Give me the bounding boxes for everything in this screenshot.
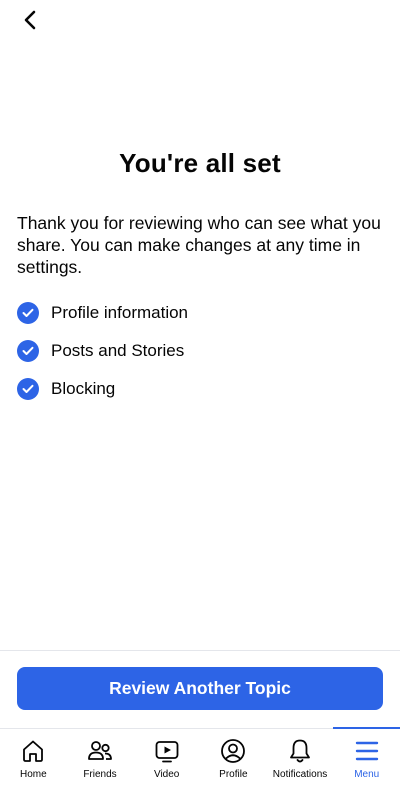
tab-label: Notifications xyxy=(272,769,328,780)
home-icon xyxy=(19,737,47,765)
menu-icon xyxy=(353,737,381,765)
check-circle-icon xyxy=(17,340,39,362)
friends-icon xyxy=(86,737,114,765)
tab-video[interactable]: Video xyxy=(133,729,200,788)
profile-icon xyxy=(219,737,247,765)
tab-label: Profile xyxy=(219,769,248,780)
footer-divider xyxy=(0,650,400,651)
bottom-tab-bar: Home Friends Video Profile Notifications… xyxy=(0,727,400,788)
tab-profile[interactable]: Profile xyxy=(200,729,267,788)
review-another-topic-button[interactable]: Review Another Topic xyxy=(17,667,383,710)
check-circle-icon xyxy=(17,302,39,324)
video-icon xyxy=(153,737,181,765)
list-item-label: Posts and Stories xyxy=(51,341,185,360)
description-text: Thank you for reviewing who can see what… xyxy=(17,213,381,277)
tab-friends[interactable]: Friends xyxy=(67,729,134,788)
tab-label: Menu xyxy=(354,769,380,780)
bell-icon xyxy=(286,737,314,765)
list-item-blocking: Blocking xyxy=(17,370,188,408)
tab-menu[interactable]: Menu xyxy=(333,727,400,788)
tab-notifications[interactable]: Notifications xyxy=(267,729,334,788)
list-item-label: Blocking xyxy=(51,379,116,398)
list-item-posts-and-stories: Posts and Stories xyxy=(17,332,188,370)
page-title: You're all set xyxy=(119,148,281,178)
completed-topics-list: Profile information Posts and Stories Bl… xyxy=(17,294,188,408)
tab-label: Friends xyxy=(83,769,117,780)
back-button[interactable] xyxy=(16,6,44,34)
check-circle-icon xyxy=(17,378,39,400)
tab-home[interactable]: Home xyxy=(0,729,67,788)
tab-label: Home xyxy=(19,769,47,780)
list-item-label: Profile information xyxy=(51,303,189,322)
tab-label: Video xyxy=(153,769,180,780)
list-item-profile-information: Profile information xyxy=(17,294,188,332)
chevron-left-icon xyxy=(24,10,36,30)
